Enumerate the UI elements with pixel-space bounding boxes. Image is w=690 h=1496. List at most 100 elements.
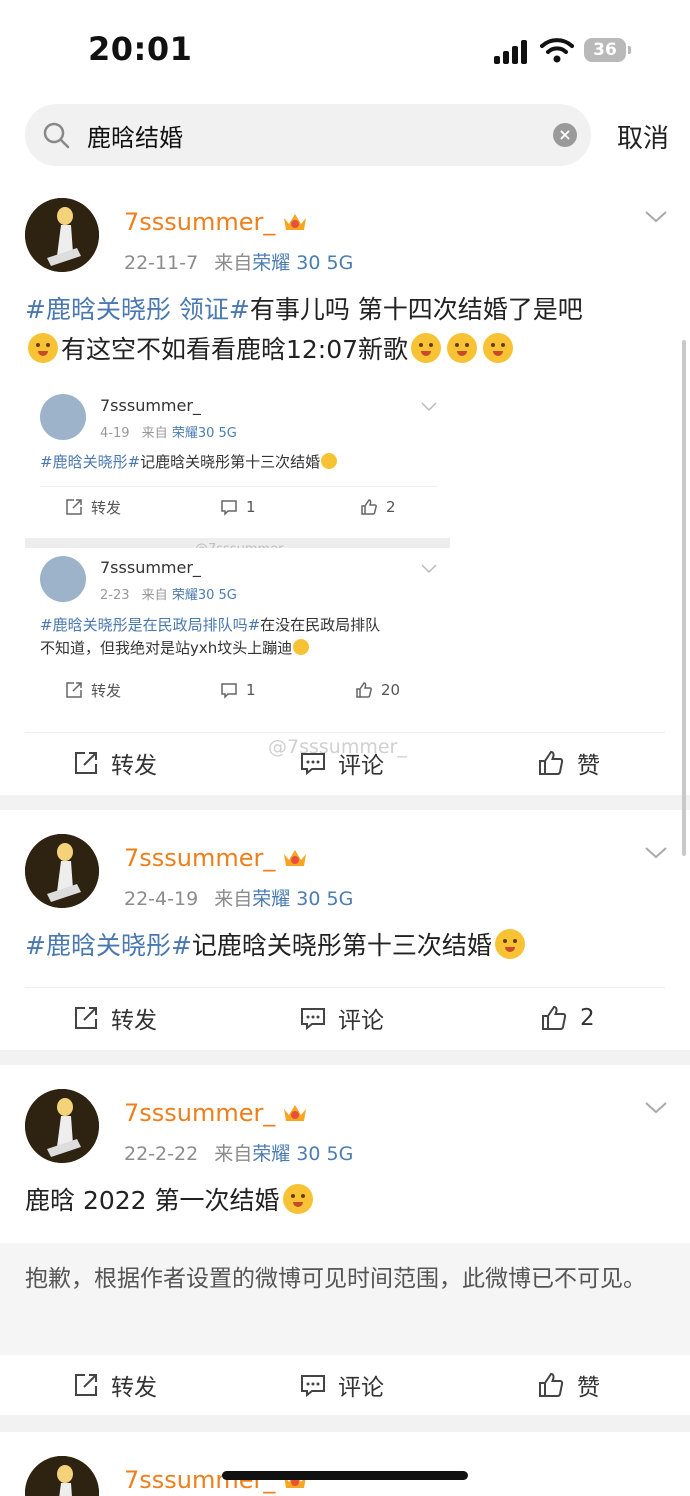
post-text: #鹿晗关晓彤#记鹿晗关晓彤第十三次结婚 [25,926,650,966]
username: 7sssummer_ [100,396,201,415]
emoji-icon [411,333,442,363]
avatar[interactable] [25,1089,99,1163]
home-indicator[interactable] [222,1471,468,1480]
comment-button[interactable]: 评论 [300,1355,384,1415]
username[interactable]: 7sssummer_ [124,1099,275,1127]
action-bar: 转发 1 2 [40,486,438,527]
wifi-icon [540,38,574,63]
comment-icon [301,753,325,776]
thumbs-up-icon [361,499,377,515]
comment-icon [221,500,237,516]
repost-button[interactable]: 转发 [73,1355,157,1415]
share-icon [66,499,82,515]
search-icon [43,122,70,149]
share-icon [66,682,82,698]
chevron-down-icon[interactable] [644,210,668,224]
crown-icon [284,214,306,230]
avatar [40,394,86,440]
post-meta: 22-4-19 来自荣耀 30 5G [124,884,353,911]
source-prefix: 来自 [214,252,253,274]
device-link[interactable]: 荣耀 30 5G [252,888,353,910]
chevron-down-icon [421,564,437,574]
source-prefix: 来自 [214,888,253,910]
comment-icon [221,683,237,699]
avatar[interactable] [25,198,99,272]
post-text: 鹿晗 2022 第一次结婚 [25,1181,650,1221]
username[interactable]: 7sssummer_ [124,208,275,236]
post-text: #鹿晗关晓彤是在民政局排队吗#在没在民政局排队 不知道，但我绝对是站yxh坟头上… [40,616,381,657]
avatar [40,556,86,602]
thumbs-up-icon [539,750,564,775]
post-date: 22-4-19 [124,888,199,910]
thumbs-up-icon [542,1005,567,1030]
share-icon [75,1374,97,1396]
hashtag[interactable]: #鹿晗关晓彤# [25,931,192,960]
device-link[interactable]: 荣耀 30 5G [252,1143,353,1165]
comment-button: 1 [220,670,256,710]
post-date: 22-2-22 [124,1143,199,1165]
like-button[interactable]: 2 [540,988,595,1048]
chevron-down-icon[interactable] [644,1101,668,1115]
share-icon [75,1007,97,1029]
comment-button: 1 [220,487,256,527]
signal-icon [494,40,530,64]
comment-icon [301,1375,325,1398]
status-bar: 20:01 36 [0,0,690,96]
comment-icon [301,1008,325,1031]
emoji-icon [483,333,514,363]
repost-button[interactable]: 转发 [73,988,157,1048]
post-date: 22-11-7 [124,252,199,274]
post-text: #鹿晗关晓彤 领证#有事儿吗 第十四次结婚了是吧 有这空不如看看鹿晗12:07新… [25,295,583,364]
hashtag[interactable]: #鹿晗关晓彤 领证# [25,295,250,324]
comment-button[interactable]: 评论 [300,988,384,1048]
chevron-down-icon [421,402,437,412]
emoji-icon [282,1184,313,1214]
post-meta: 2-23 来自 荣耀30 5G [100,588,237,603]
post-text: #鹿晗关晓彤#记鹿晗关晓彤第十三次结婚 [40,451,440,474]
post-card-1: 7sssummer_ 22-11-7 来自荣耀 30 5G #鹿晗关晓彤 领证#… [0,180,690,795]
like-button: 2 [360,487,396,527]
action-bar: 转发 评论 赞 [25,1355,665,1415]
source-prefix: 来自 [214,1143,253,1165]
username[interactable]: 7sssummer_ [124,844,275,872]
post-image[interactable]: 7sssummer_ 4-19 来自 荣耀30 5G #鹿晗关晓彤#记鹿晗关晓彤… [25,388,450,706]
like-button: 20 [355,670,400,710]
embedded-post: 7sssummer_ 2-23 来自 荣耀30 5G #鹿晗关晓彤是在民政局排队… [25,548,450,706]
thumbs-up-icon [356,682,372,698]
post-meta: 4-19 来自 荣耀30 5G [100,426,237,441]
post-card-3: 7sssummer_ 22-2-22 来自荣耀 30 5G 鹿晗 2022 第一… [0,1065,690,1415]
battery-icon: 36 [584,38,631,62]
post-card-4: 7sssummer_ [0,1432,690,1496]
repost-button[interactable]: 转发 [73,733,157,793]
post-card-2: 7sssummer_ 22-4-19 来自荣耀 30 5G #鹿晗关晓彤#记鹿晗… [0,810,690,1050]
like-button[interactable]: 赞 [537,1355,600,1415]
action-bar: 转发 1 20 [40,670,438,710]
search-bar: 鹿晗结婚 × 取消 [0,96,690,180]
chevron-down-icon[interactable] [644,846,668,860]
repost-button: 转发 [65,670,121,710]
search-input[interactable]: 鹿晗结婚 × [25,104,591,166]
action-bar: 转发 评论 2 [25,987,665,1048]
cancel-button[interactable]: 取消 [617,118,669,155]
clear-icon[interactable]: × [553,123,577,147]
thumbs-up-icon [539,1372,564,1397]
device-link[interactable]: 荣耀 30 5G [252,252,353,274]
embedded-post: 7sssummer_ 4-19 来自 荣耀30 5G #鹿晗关晓彤#记鹿晗关晓彤… [25,388,450,538]
crown-icon [284,850,306,866]
username: 7sssummer_ [100,558,201,577]
emoji-icon [494,929,525,959]
crown-icon [284,1105,306,1121]
unavailable-notice: 抱歉，根据作者设置的微博可见时间范围，此微博已不可见。 [0,1243,690,1355]
search-query: 鹿晗结婚 [87,124,183,152]
post-meta: 22-11-7 来自荣耀 30 5G [124,248,353,275]
avatar[interactable] [25,834,99,908]
like-button[interactable]: 赞 [537,733,600,793]
emoji-icon [293,639,310,655]
post-meta: 22-2-22 来自荣耀 30 5G [124,1139,353,1166]
emoji-icon [28,333,58,363]
emoji-icon [447,333,478,363]
comment-button[interactable]: 评论 [300,733,384,793]
scrollbar[interactable] [682,340,686,856]
action-bar: 转发 评论 赞 [25,732,665,793]
avatar[interactable] [25,1456,99,1496]
